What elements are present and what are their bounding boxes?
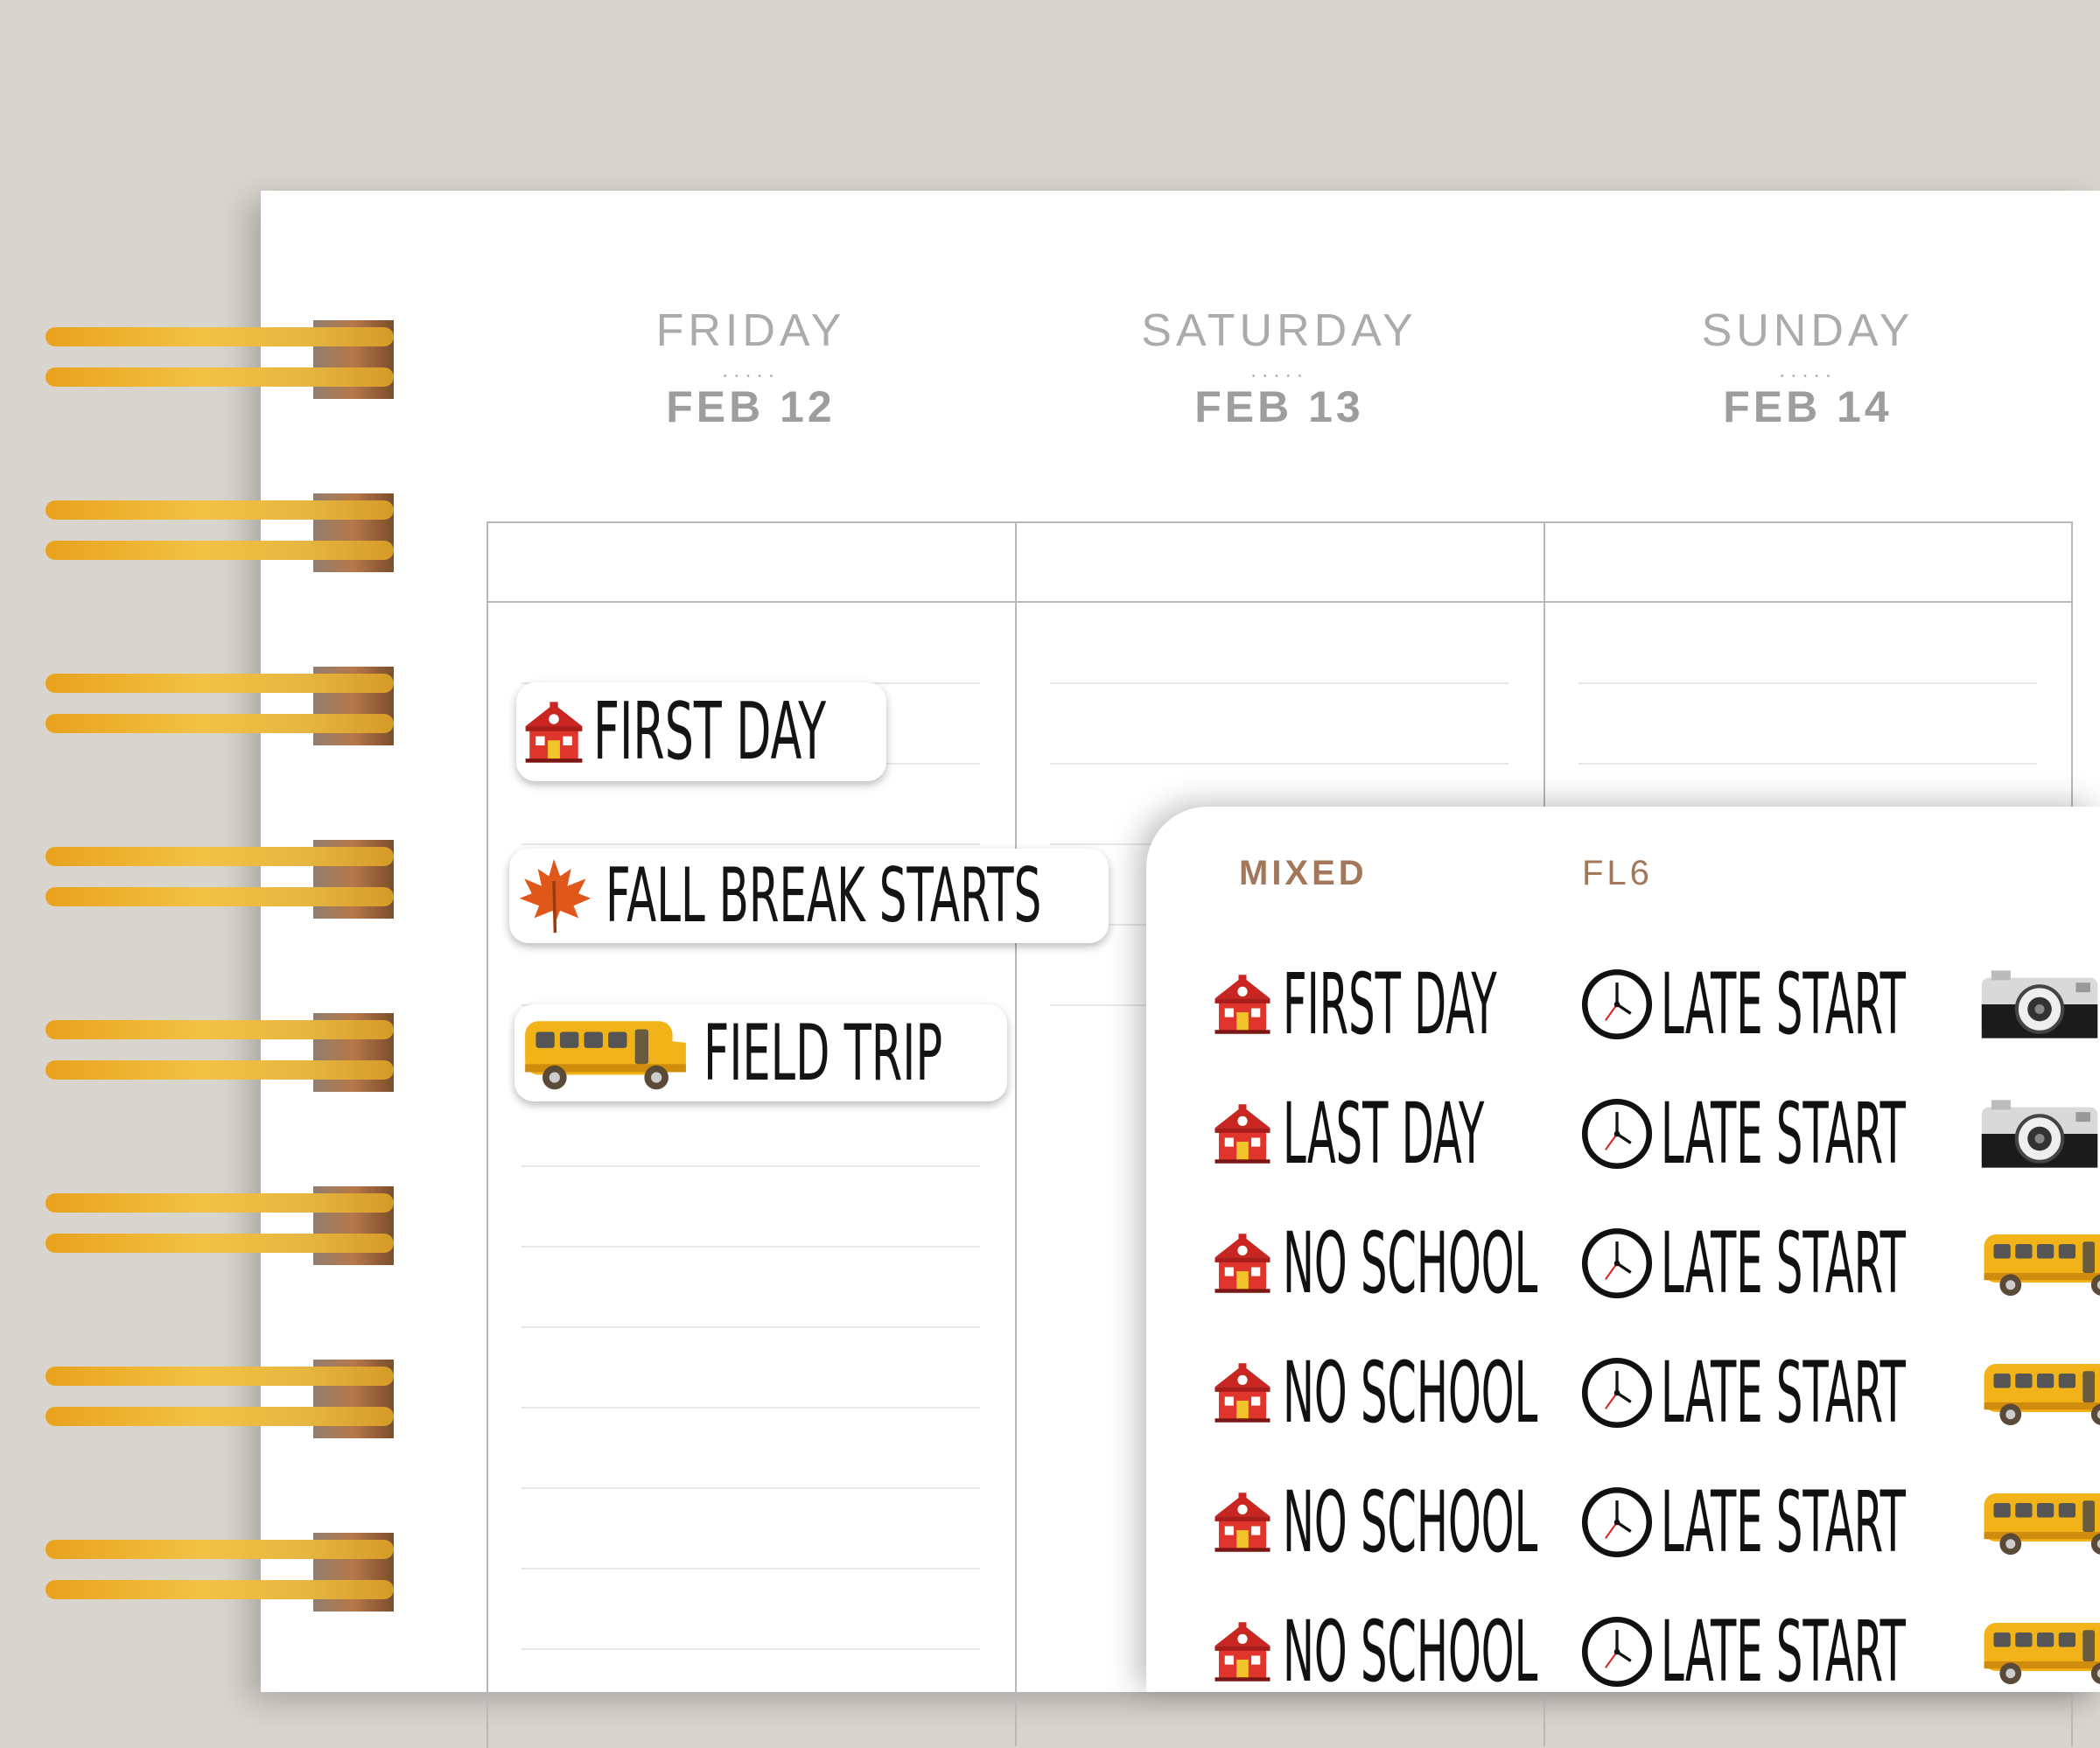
sticker-label: LATE START [1661, 1603, 1906, 1692]
sticker-label: FIRST DAY [1283, 955, 1497, 1053]
schoolhouse-icon [1211, 1097, 1274, 1171]
sticker-cell[interactable] [1979, 1211, 2100, 1316]
schoolhouse-icon [1211, 968, 1274, 1041]
sticker-cell[interactable] [1979, 1340, 2100, 1445]
sticker-first-day[interactable]: FIRST DAY [516, 682, 886, 781]
sticker-cell[interactable] [1979, 952, 2100, 1057]
clock-icon [1580, 1097, 1654, 1171]
sticker-label: NO SCHOOL [1283, 1603, 1538, 1692]
sticker-label: FIELD TRIP [704, 1008, 943, 1098]
spiral-ring [46, 493, 394, 572]
spiral-ring [46, 1186, 394, 1265]
camera-icon [1979, 965, 2100, 1044]
spiral-ring [46, 1533, 394, 1612]
day-name: SATURDAY [1141, 305, 1418, 356]
school-bus-icon [520, 1010, 691, 1096]
sticker-label: FALL BREAK STARTS [606, 852, 1042, 940]
school-bus-icon [1979, 1484, 2100, 1561]
schoolhouse-icon [1211, 1486, 1274, 1559]
sticker-label: LAST DAY [1283, 1085, 1485, 1183]
clock-icon [1580, 1356, 1654, 1430]
school-bus-icon [1979, 1225, 2100, 1302]
sticker-label: FIRST DAY [593, 686, 827, 778]
sticker-label: LATE START [1661, 1344, 1906, 1442]
sheet-category: MIXED [1239, 854, 1368, 892]
day-header-friday: FRIDAY ..... FEB 12 [486, 304, 1015, 432]
schoolhouse-icon [522, 700, 586, 765]
spiral-ring [46, 667, 394, 745]
camera-icon [1979, 1094, 2100, 1173]
schoolhouse-icon [1211, 1615, 1274, 1689]
sticker-cell[interactable] [1979, 1081, 2100, 1186]
day-dots: ..... [1778, 356, 1838, 382]
clock-icon [1580, 968, 1654, 1041]
day-dots: ..... [1250, 356, 1309, 382]
spiral-ring [46, 320, 394, 399]
sticker-label: NO SCHOOL [1283, 1214, 1538, 1312]
sticker-label: LATE START [1661, 1214, 1906, 1312]
day-date: FEB 12 [666, 382, 836, 431]
clock-icon [1580, 1486, 1654, 1559]
day-date: FEB 13 [1194, 382, 1364, 431]
school-bus-icon [1979, 1613, 2100, 1690]
sheet-code: FL6 [1582, 854, 1653, 892]
day-name: FRIDAY [655, 305, 846, 356]
grid-divider [1015, 521, 1017, 1746]
clock-icon [1580, 1227, 1654, 1300]
grid-header-rule [486, 601, 2071, 603]
sticker-fall-break-starts[interactable]: FALL BREAK STARTS [509, 849, 1110, 943]
clock-icon [1580, 1615, 1654, 1689]
sticker-label: LATE START [1661, 955, 1906, 1053]
day-date: FEB 14 [1723, 382, 1893, 431]
maple-leaf-icon [514, 857, 593, 935]
spiral-ring [46, 1360, 394, 1438]
day-name: SUNDAY [1701, 305, 1914, 356]
sticker-label: NO SCHOOL [1283, 1473, 1538, 1571]
schoolhouse-icon [1211, 1356, 1274, 1430]
day-dots: ..... [721, 356, 780, 382]
day-header-sunday: SUNDAY ..... FEB 14 [1544, 304, 2072, 432]
sticker-label: LATE START [1661, 1085, 1906, 1183]
day-header-saturday: SATURDAY ..... FEB 13 [1015, 304, 1544, 432]
sticker-field-trip[interactable]: FIELD TRIP [514, 1004, 1007, 1101]
sticker-sheet: MIXED FL6 FIRST DAY LAST DAY NO SCHOOL N… [1146, 807, 2100, 1692]
school-bus-icon [1979, 1354, 2100, 1431]
sticker-label: LATE START [1661, 1473, 1906, 1571]
schoolhouse-icon [1211, 1227, 1274, 1300]
sticker-cell[interactable] [1979, 1470, 2100, 1575]
sticker-label: NO SCHOOL [1283, 1344, 1538, 1442]
spiral-ring [46, 1013, 394, 1092]
spiral-ring [46, 840, 394, 919]
sticker-cell[interactable] [1979, 1599, 2100, 1692]
